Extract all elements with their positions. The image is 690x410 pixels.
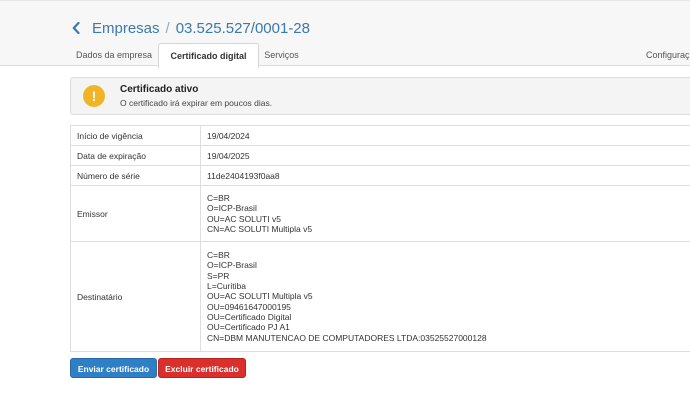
breadcrumb-separator: / — [165, 19, 170, 37]
breadcrumb-parent-link[interactable]: Empresas — [92, 20, 160, 37]
destinatario-line: L=Curitiba — [207, 281, 246, 292]
emissor-line: OU=AC SOLUTI v5 — [207, 213, 281, 224]
destinatario-line: OU=AC SOLUTI Multipla v5 — [207, 291, 313, 302]
breadcrumb: Empresas / 03.525.527/0001-28 — [72, 18, 310, 38]
tab-servicos[interactable]: Serviços — [259, 43, 304, 67]
certificate-status-alert: ! Certificado ativo O certificado irá ex… — [70, 77, 690, 115]
table-row: Número de série 11de2404193f0aa8 — [70, 165, 690, 186]
emissor-value: C=BR O=ICP-Brasil OU=AC SOLUTI v5 CN=AC … — [200, 185, 690, 242]
send-certificate-button[interactable]: Enviar certificado — [70, 358, 157, 378]
destinatario-label: Destinatário — [70, 241, 201, 352]
destinatario-line: O=ICP-Brasil — [207, 260, 257, 271]
delete-certificate-button[interactable]: Excluir certificado — [158, 358, 246, 378]
chevron-left-icon[interactable] — [72, 21, 84, 35]
table-row: Data de expiração 19/04/2025 — [70, 145, 690, 166]
serie-value: 11de2404193f0aa8 — [200, 165, 690, 186]
tab-dados-da-empresa[interactable]: Dados da empresa — [70, 43, 158, 67]
destinatario-value: C=BR O=ICP-Brasil S=PR L=Curitiba OU=AC … — [200, 241, 690, 352]
table-row: Emissor C=BR O=ICP-Brasil OU=AC SOLUTI v… — [70, 185, 690, 242]
destinatario-line: CN=DBM MANUTENCAO DE COMPUTADORES LTDA:0… — [207, 332, 487, 343]
expiracao-label: Data de expiração — [70, 145, 201, 166]
tab-configuracoes[interactable]: Configuraç — [646, 43, 690, 67]
top-bar: Empresas / 03.525.527/0001-28 Dados da e… — [0, 0, 690, 68]
destinatario-line: S=PR — [207, 270, 230, 281]
certificate-details-table: Início de vigência 19/04/2024 Data de ex… — [70, 125, 690, 352]
table-row: Destinatário C=BR O=ICP-Brasil S=PR L=Cu… — [70, 241, 690, 352]
destinatario-line: C=BR — [207, 250, 230, 261]
emissor-line: O=ICP-Brasil — [207, 203, 257, 214]
alert-text: O certificado irá expirar em poucos dias… — [120, 98, 273, 108]
alert-title: Certificado ativo — [120, 84, 199, 95]
serie-label: Número de série — [70, 165, 201, 186]
emissor-line: C=BR — [207, 192, 230, 203]
breadcrumb-current: 03.525.527/0001-28 — [175, 19, 310, 37]
destinatario-line: OU=Certificado Digital — [207, 311, 292, 322]
tab-certificado-digital[interactable]: Certificado digital — [158, 43, 259, 68]
tab-bar: Dados da empresa Certificado digital Ser… — [70, 43, 690, 68]
table-row: Início de vigência 19/04/2024 — [70, 125, 690, 146]
emissor-label: Emissor — [70, 185, 201, 242]
destinatario-line: OU=Certificado PJ A1 — [207, 322, 290, 333]
exclamation-icon: ! — [83, 85, 105, 107]
emissor-line: CN=AC SOLUTI Multipla v5 — [207, 223, 313, 234]
destinatario-line: OU=09461647000195 — [207, 301, 291, 312]
inicio-label: Início de vigência — [70, 125, 201, 146]
inicio-value: 19/04/2024 — [200, 125, 690, 146]
expiracao-value: 19/04/2025 — [200, 145, 690, 166]
